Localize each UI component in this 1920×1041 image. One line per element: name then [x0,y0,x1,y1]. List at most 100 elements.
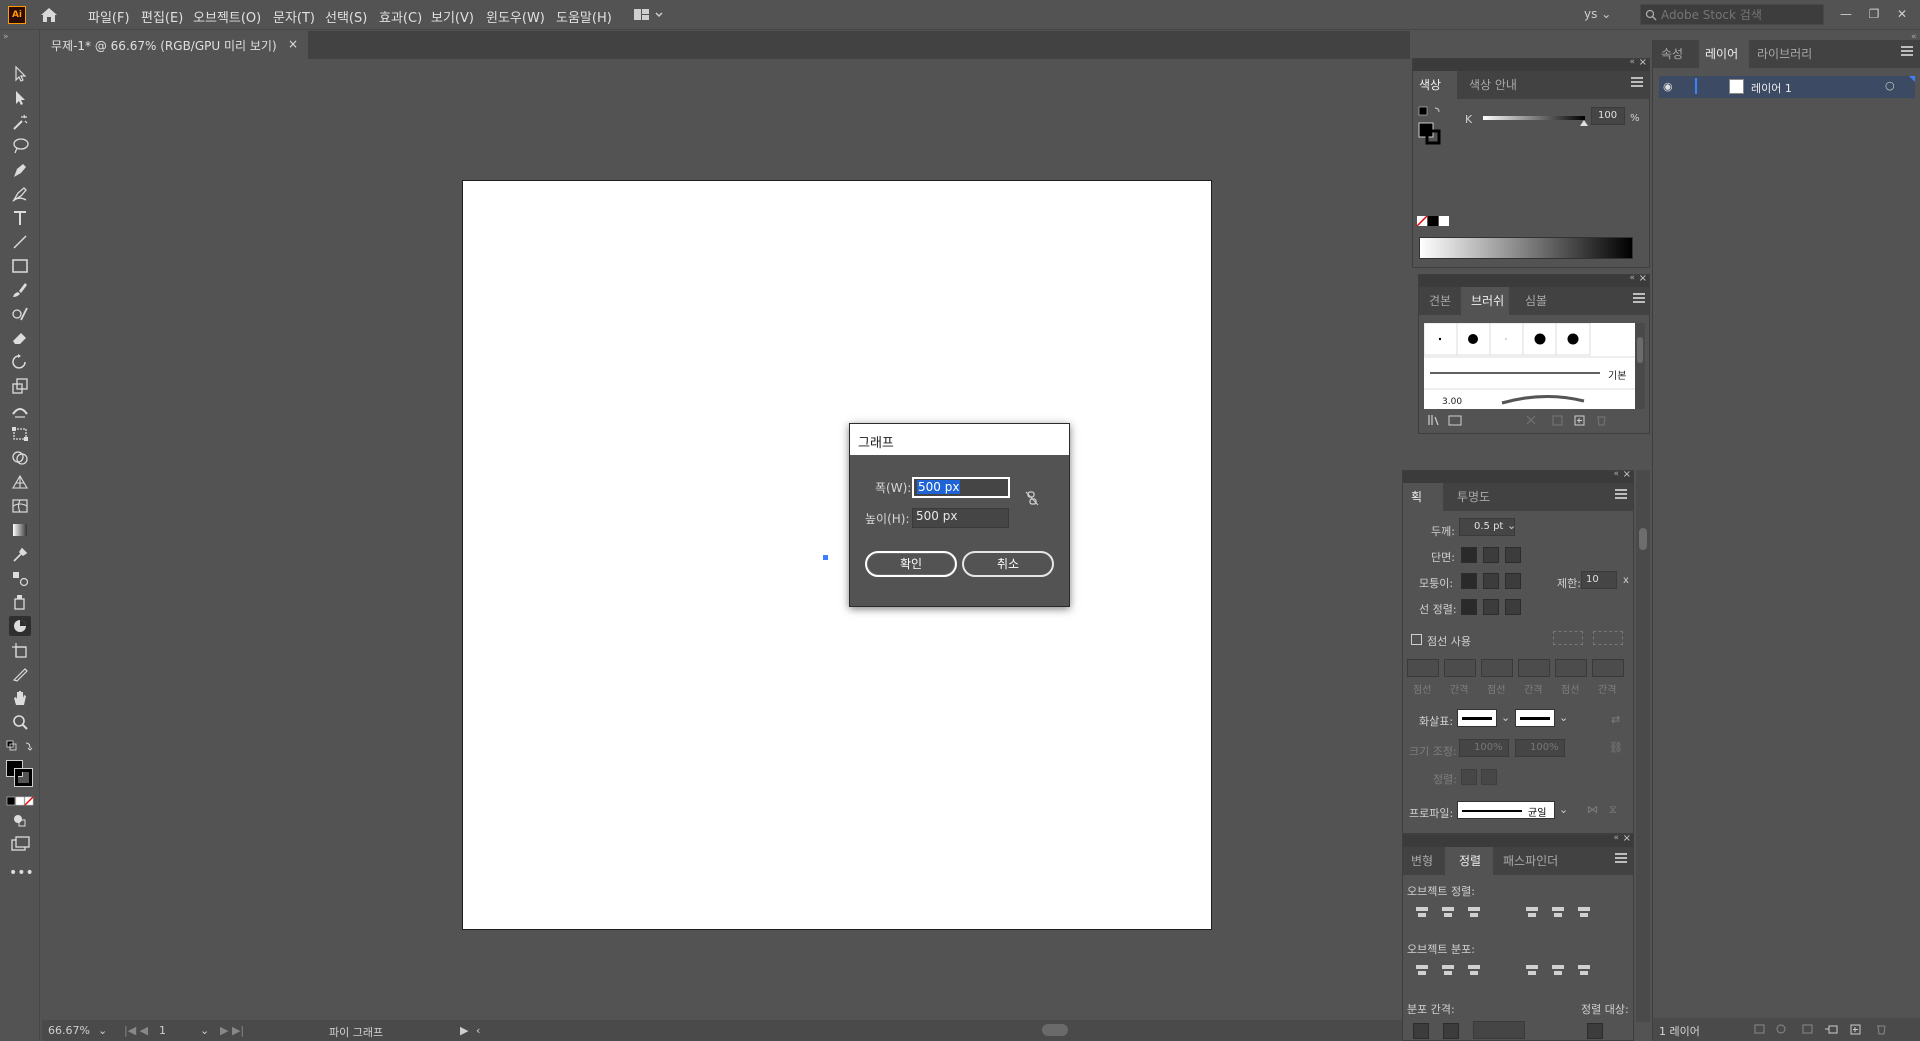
width-tool-icon[interactable] [9,400,31,420]
pen-tool-icon[interactable] [9,160,31,180]
status-menu-icon[interactable]: ▶ [460,1024,468,1037]
hand-tool-icon[interactable] [9,688,31,708]
artboard-dropdown-icon[interactable]: ⌄ [200,1024,209,1037]
vertical-align-top-icon[interactable] [1523,903,1541,921]
arrow-scale-end-field[interactable]: 100% [1515,739,1565,757]
close-window-button[interactable]: ✕ [1890,4,1914,24]
last-artboard-icon[interactable]: ▶ ▶| [220,1024,244,1037]
link-arrow-scale-icon[interactable]: ⛓ [1609,741,1623,754]
dash-gap-field[interactable] [1555,659,1587,677]
arrow-scale-start-field[interactable]: 100% [1459,739,1509,757]
visibility-eye-icon[interactable]: ◉ [1663,80,1673,93]
restore-button[interactable]: ❐ [1862,4,1886,24]
tab-properties[interactable]: 속성 [1661,45,1683,62]
panel-menu-icon[interactable] [1615,489,1627,499]
horizontal-distribute-right-icon[interactable] [1575,961,1593,979]
horizontal-align-right-icon[interactable] [1465,903,1483,921]
close-panel-icon[interactable]: × [1639,57,1647,68]
vertical-align-center-icon[interactable] [1549,903,1567,921]
vertical-distribute-center-icon[interactable] [1439,961,1457,979]
perspective-grid-tool-icon[interactable] [9,472,31,492]
workspace-switcher-icon[interactable] [632,6,666,24]
dashed-line-checkbox[interactable] [1411,634,1422,645]
align-inside-stroke-icon[interactable] [1483,599,1499,615]
weight-dropdown-icon[interactable]: ⌄ [1507,519,1516,532]
tab-libraries[interactable]: 라이브러리 [1757,45,1812,62]
default-fill-stroke-icon[interactable] [6,740,36,754]
rectangle-tool-icon[interactable] [9,256,31,276]
tab-color[interactable]: 색상 [1419,76,1441,93]
zoom-level[interactable]: 66.67% [48,1024,90,1037]
shaper-tool-icon[interactable] [9,304,31,324]
menu-item-1[interactable]: 편집(E) [141,7,183,26]
tab-brushes[interactable]: 브러쉬 [1471,292,1504,309]
tab-stroke[interactable]: 획 [1411,488,1422,505]
pie-graph-tool-icon[interactable] [9,616,31,636]
round-cap-icon[interactable] [1483,547,1499,563]
drawing-modes-icon[interactable] [9,810,31,830]
dash-gap-field[interactable] [1481,659,1513,677]
stock-search-input[interactable] [1661,7,1821,23]
vertical-distribute-space-icon[interactable] [1413,1023,1429,1039]
menu-item-3[interactable]: 문자(T) [273,7,315,26]
menu-item-5[interactable]: 효과(C) [379,7,422,26]
layer-row[interactable]: ◉ 레이어 1 ○ [1659,76,1915,98]
dash-gap-field[interactable] [1407,659,1439,677]
collapse-toolbar-icon[interactable]: » [3,32,9,42]
blend-tool-icon[interactable] [9,568,31,588]
dash-preserve-icon[interactable] [1553,631,1583,645]
arrow-tip-at-end-icon[interactable] [1481,769,1497,785]
k-slider-thumb[interactable] [1580,120,1588,126]
zoom-dropdown-icon[interactable]: ⌄ [98,1024,107,1037]
menu-item-0[interactable]: 파일(F) [88,7,130,26]
rotate-tool-icon[interactable] [9,352,31,372]
magic-wand-tool-icon[interactable] [9,112,31,132]
close-panel-icon[interactable]: × [1639,273,1647,284]
miter-join-icon[interactable] [1461,573,1477,589]
horizontal-distribute-space-icon[interactable] [1443,1023,1459,1039]
artboard-tool-icon[interactable] [9,640,31,660]
fill-stroke-swatch[interactable] [6,760,36,787]
end-arrowhead-dropdown-icon[interactable]: ⌄ [1559,711,1568,724]
symbol-sprayer-tool-icon[interactable] [9,592,31,612]
artboard[interactable] [462,180,1212,930]
panel-menu-icon[interactable] [1631,77,1643,87]
color-mode-icons[interactable] [6,795,36,806]
curvature-tool-icon[interactable] [9,184,31,204]
dash-gap-field[interactable] [1518,659,1550,677]
ok-button[interactable]: 확인 [865,551,957,577]
dash-gap-field[interactable] [1444,659,1476,677]
panel-menu-icon[interactable] [1615,853,1627,863]
align-center-stroke-icon[interactable] [1461,599,1477,615]
dock-scrollbar[interactable] [1636,470,1650,1022]
k-slider-track[interactable] [1483,116,1585,120]
line-tool-icon[interactable] [9,232,31,252]
shape-builder-tool-icon[interactable] [9,448,31,468]
color-spectrum[interactable] [1419,237,1633,259]
tab-symbols[interactable]: 심볼 [1525,292,1547,309]
flip-across-icon[interactable]: ⧖ [1609,803,1617,817]
menu-item-4[interactable]: 선택(S) [325,7,367,26]
user-menu[interactable]: ys ⌄ [1584,7,1611,21]
eraser-tool-icon[interactable] [9,328,31,348]
collapse-panel-icon[interactable]: « [1613,833,1619,843]
horizontal-align-center-icon[interactable] [1439,903,1457,921]
tab-color-guide[interactable]: 색상 안내 [1469,76,1517,93]
swap-arrowheads-icon[interactable]: ⇄ [1611,713,1620,726]
horizontal-distribute-center-icon[interactable] [1549,961,1567,979]
document-tab[interactable]: 무제-1* @ 66.67% (RGB/GPU 미리 보기) × [42,31,308,59]
lasso-tool-icon[interactable] [9,136,31,156]
start-arrowhead-select[interactable] [1457,709,1497,727]
home-icon[interactable] [38,5,60,25]
zoom-tool-icon[interactable] [9,712,31,732]
color-fill-stroke-swatch[interactable] [1417,105,1447,145]
bevel-join-icon[interactable] [1505,573,1521,589]
paintbrush-tool-icon[interactable] [9,280,31,300]
stock-search[interactable] [1640,4,1824,25]
layers-footer-icons[interactable] [1753,1022,1913,1036]
dialog-titlebar[interactable]: 그래프 [850,424,1069,455]
limit-field[interactable]: 10 [1581,571,1617,589]
brush-list-scrollbar[interactable] [1635,323,1645,409]
collapse-panel-icon[interactable]: « [1629,57,1635,67]
butt-cap-icon[interactable] [1461,547,1477,563]
